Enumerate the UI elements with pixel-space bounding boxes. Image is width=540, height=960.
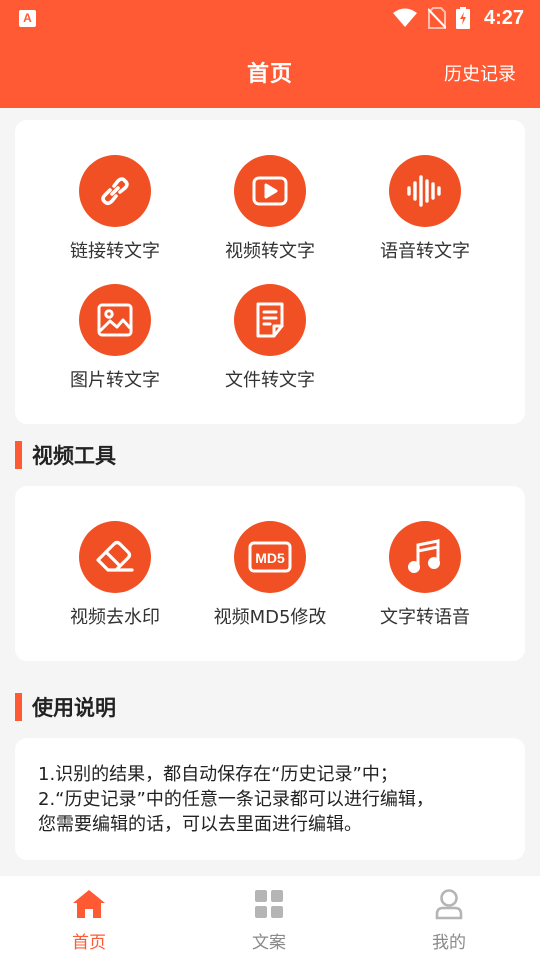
tab-mine[interactable]: 我的 <box>389 888 509 953</box>
tool-voice-to-text[interactable]: 语音转文字 <box>345 155 505 263</box>
section-accent-bar <box>15 693 22 721</box>
tool-label: 视频去水印 <box>70 607 160 628</box>
svg-text:MD5: MD5 <box>255 550 285 566</box>
usage-line: 1.识别的结果，都自动保存在“历史记录”中； <box>38 764 398 785</box>
status-bar: A 4:27 <box>0 0 540 36</box>
wifi-icon <box>392 8 417 27</box>
user-icon <box>435 889 463 920</box>
tab-copywriting[interactable]: 文案 <box>209 888 329 953</box>
tool-link-to-text[interactable]: 链接转文字 <box>35 155 195 263</box>
tool-remove-watermark[interactable]: 视频去水印 <box>35 521 195 629</box>
app-notification-icon: A <box>19 10 36 27</box>
link-icon <box>101 177 129 206</box>
tool-video-to-text[interactable]: 视频转文字 <box>190 155 350 263</box>
music-note-icon <box>408 539 440 573</box>
tool-label: 图片转文字 <box>70 370 160 391</box>
document-icon <box>256 302 284 338</box>
usage-line: 您需要编辑的话，可以去里面进行编辑。 <box>38 814 362 835</box>
clock: 4:27 <box>483 6 524 29</box>
history-button[interactable]: 历史记录 <box>444 60 516 86</box>
section-title: 使用说明 <box>32 696 116 720</box>
grid-icon <box>255 890 283 918</box>
tool-text-to-speech[interactable]: 文字转语音 <box>345 521 505 629</box>
status-icons: 4:27 <box>392 6 524 30</box>
tab-label: 文案 <box>252 933 286 953</box>
soundwave-icon <box>407 175 441 207</box>
section-header-usage: 使用说明 <box>15 692 116 722</box>
section-header-video-tools: 视频工具 <box>15 440 116 470</box>
eraser-icon <box>96 540 134 572</box>
tool-file-to-text[interactable]: 文件转文字 <box>190 284 350 392</box>
usage-instructions: 1.识别的结果，都自动保存在“历史记录”中； 2.“历史记录”中的任意一条记录都… <box>38 762 508 837</box>
tool-image-to-text[interactable]: 图片转文字 <box>35 284 195 392</box>
tool-video-md5[interactable]: MD5 视频MD5修改 <box>190 521 350 629</box>
tool-label: 链接转文字 <box>70 241 160 262</box>
tab-label: 首页 <box>72 933 106 953</box>
tool-label: 文件转文字 <box>225 370 315 391</box>
tool-label: 视频转文字 <box>225 241 315 262</box>
tool-label: 文字转语音 <box>380 607 470 628</box>
tool-label: 视频MD5修改 <box>213 607 327 628</box>
bottom-tab-bar: 首页 文案 我的 <box>0 876 540 960</box>
no-sim-icon <box>427 7 446 29</box>
md5-icon: MD5 <box>248 541 292 573</box>
video-play-icon <box>252 176 288 206</box>
image-icon <box>97 303 133 337</box>
section-accent-bar <box>15 441 22 469</box>
tools-card: 链接转文字 视频转文字 语音转文字 图片转文字 文件转文字 <box>15 120 525 424</box>
tool-label: 语音转文字 <box>380 241 470 262</box>
battery-charging-icon <box>455 7 470 29</box>
usage-line: 2.“历史记录”中的任意一条记录都可以进行编辑， <box>38 789 434 810</box>
top-app-bar: A 4:27 首页 历史记录 <box>0 0 540 108</box>
tab-label: 我的 <box>432 933 466 953</box>
video-tools-card: 视频去水印 MD5 视频MD5修改 文字转语音 <box>15 486 525 661</box>
section-title: 视频工具 <box>32 444 116 468</box>
tab-home[interactable]: 首页 <box>29 888 149 953</box>
home-icon <box>73 890 105 918</box>
